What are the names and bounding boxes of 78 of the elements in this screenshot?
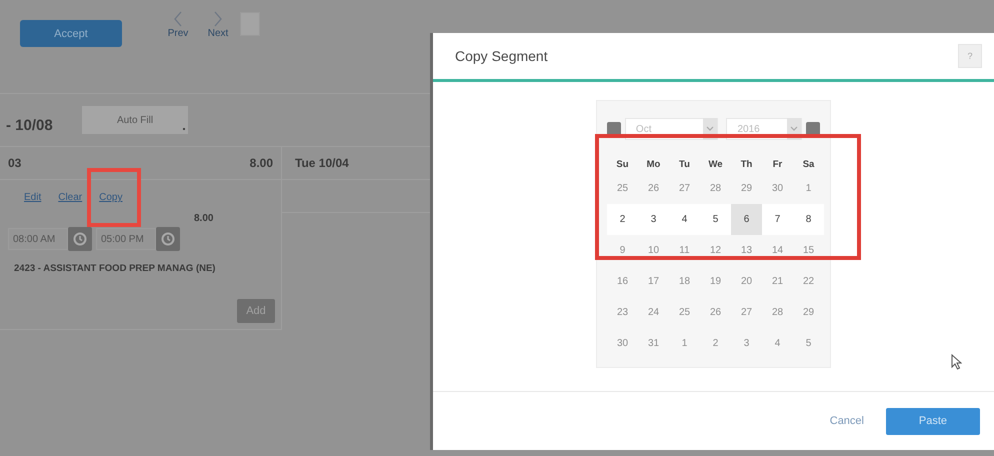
caret-icon — [706, 126, 714, 132]
auto-fill-button[interactable]: Auto Fill — [82, 106, 188, 134]
calendar-day: 12 — [700, 235, 731, 266]
weekday-label: Fr — [772, 158, 784, 172]
calendar-day: 17 — [638, 266, 669, 297]
action-link[interactable]: Copy — [99, 192, 122, 203]
clock-icon — [161, 232, 175, 246]
action-link[interactable]: Edit — [24, 192, 42, 203]
calendar-day: 5 — [793, 328, 824, 359]
time-field[interactable]: 05:00 PM — [96, 228, 156, 250]
day-header: Tue 10/04 — [295, 156, 349, 170]
date-range: - 10/08 — [6, 116, 54, 134]
calendar-day[interactable]: 3 — [638, 204, 669, 235]
chevron-right-icon — [212, 10, 224, 28]
calendar-day: 27 — [669, 173, 700, 204]
day-header: 03 — [8, 156, 22, 170]
calendar-day: 29 — [793, 297, 824, 328]
cancel-link[interactable]: Cancel — [830, 415, 864, 427]
nav-button[interactable]: Prev — [162, 10, 194, 39]
calendar-day: 1 — [793, 173, 824, 204]
calendar-day[interactable]: 8 — [793, 204, 824, 235]
segment-hours: 8.00 — [194, 213, 214, 224]
dialog-title: Copy Segment — [455, 48, 548, 64]
calendar-day: 16 — [607, 266, 638, 297]
calendar-day: 4 — [762, 328, 793, 359]
clock-icon — [73, 232, 87, 246]
caret-icon — [790, 126, 798, 132]
calendar-day[interactable]: 7 — [762, 204, 793, 235]
accept-button[interactable]: Accept — [20, 20, 122, 47]
calendar-day: 11 — [669, 235, 700, 266]
calendar-day: 26 — [700, 297, 731, 328]
calendar-day: 1 — [669, 328, 700, 359]
calendar-day: 9 — [607, 235, 638, 266]
clock-button[interactable] — [156, 227, 180, 251]
calendar-day: 30 — [607, 328, 638, 359]
calendar-day: 22 — [793, 266, 824, 297]
clock-button[interactable] — [68, 227, 92, 251]
help-button[interactable]: ? — [958, 44, 982, 68]
calendar-day: 10 — [638, 235, 669, 266]
calendar-day: 20 — [731, 266, 762, 297]
weekday-label: Mo — [646, 158, 662, 172]
calendar-day[interactable]: 4 — [669, 204, 700, 235]
job-label: 2423 - ASSISTANT FOOD PREP MANAG (NE) — [13, 263, 216, 274]
calendar-day: 27 — [731, 297, 762, 328]
calendar-day: 28 — [762, 297, 793, 328]
calendar-day: 19 — [700, 266, 731, 297]
calendar-day: 23 — [607, 297, 638, 328]
day-hours: 8.00 — [250, 156, 273, 170]
weekday-label: Tu — [678, 158, 691, 172]
weekday-label: We — [707, 158, 724, 172]
calendar-day[interactable]: 2 — [607, 204, 638, 235]
cursor-icon — [951, 354, 962, 370]
calendar-day: 13 — [731, 235, 762, 266]
weekday-label: Sa — [802, 158, 816, 172]
calendar-day: 14 — [762, 235, 793, 266]
calendar-day[interactable]: 6 — [731, 204, 762, 235]
calendar-day: 25 — [669, 297, 700, 328]
chevron-left-icon — [172, 10, 184, 28]
calendar-day: 21 — [762, 266, 793, 297]
calendar-day: 2 — [700, 328, 731, 359]
calendar-day: 24 — [638, 297, 669, 328]
nav-button[interactable]: Next — [202, 10, 234, 39]
calendar-day: 3 — [731, 328, 762, 359]
weekday-label: Th — [740, 158, 754, 172]
calendar-day: 29 — [731, 173, 762, 204]
paste-button[interactable]: Paste — [886, 408, 980, 434]
calendar-day: 30 — [762, 173, 793, 204]
highlight-frame — [87, 168, 141, 227]
calendar-day: 26 — [638, 173, 669, 204]
calendar-day: 31 — [638, 328, 669, 359]
weekday-label: Su — [615, 158, 630, 172]
time-field[interactable]: 08:00 AM — [8, 228, 68, 250]
calendar-day: 15 — [793, 235, 824, 266]
calendar-day: 28 — [700, 173, 731, 204]
calendar-day: 25 — [607, 173, 638, 204]
calendar-day: 18 — [669, 266, 700, 297]
calendar-day[interactable]: 5 — [700, 204, 731, 235]
action-link[interactable]: Clear — [58, 192, 82, 203]
